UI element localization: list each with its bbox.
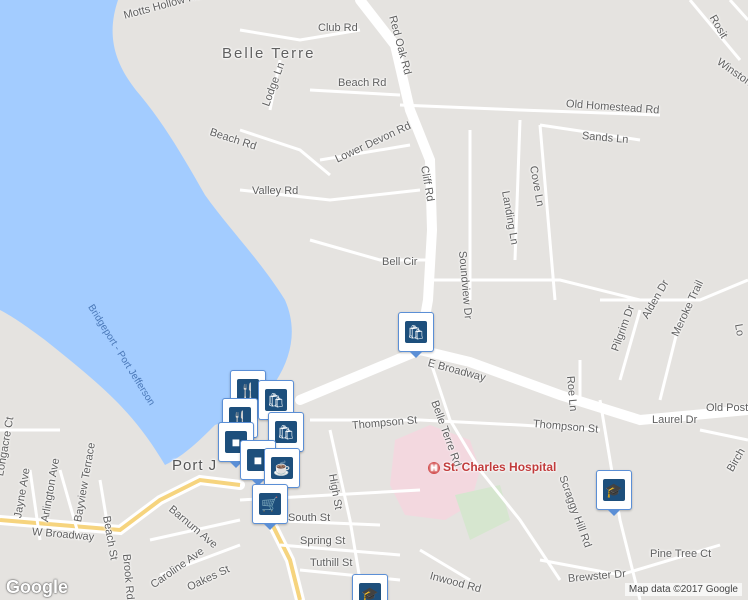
map-base-layer: [0, 0, 748, 600]
road-label: Spring St: [300, 535, 346, 547]
road-label: South St: [288, 512, 331, 524]
road-label: Club Rd: [318, 22, 358, 34]
area-label-belle-terre: Belle Terre: [222, 45, 316, 62]
shopping-bag-icon: 🛍: [405, 321, 427, 343]
marker-shopping-bag[interactable]: 🛍: [398, 312, 434, 358]
road-label: Lo: [732, 322, 747, 338]
school-icon: 🎓: [359, 583, 381, 600]
area-label-port-jefferson: Port J: [172, 457, 218, 474]
school-icon: 🎓: [603, 479, 625, 501]
marker-shopping-cart[interactable]: 🛒: [252, 484, 288, 530]
road-label: Valley Rd: [252, 185, 299, 197]
coffee-cup-icon: ☕: [271, 457, 293, 479]
road-label: Pine Tree Ct: [650, 548, 712, 560]
road-label: Tuthill St: [310, 557, 353, 569]
hospital-icon: H: [428, 461, 440, 474]
map-canvas[interactable]: Belle Terre Port J Bridgeport - Port Jef…: [0, 0, 748, 600]
shopping-cart-icon: 🛒: [259, 493, 281, 515]
poi-hospital-label: St. Charles Hospital: [443, 460, 557, 474]
shopping-bag-icon: 🛍: [275, 421, 297, 443]
marker-school[interactable]: 🎓: [596, 470, 632, 516]
road-label: Laurel Dr: [652, 414, 698, 426]
poi-hospital[interactable]: H St. Charles Hospital: [428, 460, 556, 474]
marker-coffee[interactable]: ☕: [264, 448, 300, 494]
road-label: Beach Rd: [338, 77, 387, 89]
shopping-bag-icon: 🛍: [265, 389, 287, 411]
road-label: Bell Cir: [382, 256, 418, 268]
google-logo: Google: [6, 577, 68, 597]
road-label: Old Post: [706, 402, 748, 414]
marker-school[interactable]: 🎓: [352, 574, 388, 600]
map-attribution: Map data ©2017 Google: [624, 583, 742, 596]
